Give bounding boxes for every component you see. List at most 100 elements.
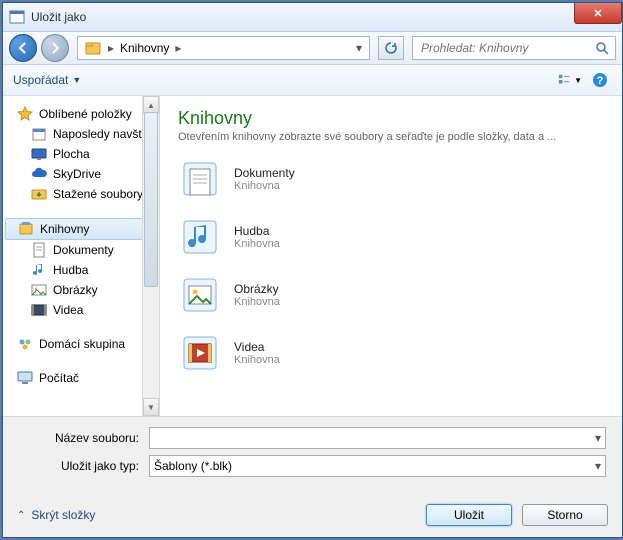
save-button[interactable]: Uložit — [426, 504, 512, 526]
help-button[interactable]: ? — [588, 69, 612, 91]
arrow-right-icon — [49, 42, 61, 54]
forward-button[interactable] — [41, 34, 69, 62]
star-icon — [17, 106, 33, 122]
view-icon — [558, 73, 572, 87]
filetype-value: Šablony (*.blk) — [154, 459, 232, 473]
breadcrumb-sep-icon: ▸ — [173, 41, 183, 55]
close-icon: ✕ — [593, 7, 602, 20]
sidebar-item-label: Domácí skupina — [39, 337, 125, 351]
title-bar[interactable]: Uložit jako ✕ — [3, 3, 622, 32]
filetype-label: Uložit jako typ: — [19, 459, 139, 473]
library-item-pictures[interactable]: ObrázkyKnihovna — [178, 273, 604, 317]
sidebar-item-label: Obrázky — [53, 283, 98, 297]
search-icon — [595, 41, 609, 55]
library-item-videos[interactable]: VideaKnihovna — [178, 331, 604, 375]
sidebar-item-label: Oblíbené položky — [39, 107, 132, 121]
app-icon — [9, 9, 25, 25]
sidebar-homegroup[interactable]: Domácí skupina — [3, 334, 159, 354]
filetype-field[interactable]: Šablony (*.blk) ▾ — [149, 455, 606, 477]
sidebar-item-skydrive[interactable]: SkyDrive — [3, 164, 159, 184]
sidebar-item-videos[interactable]: Videa — [3, 300, 159, 320]
refresh-button[interactable] — [378, 36, 404, 60]
sidebar-scrollbar[interactable]: ▲ ▼ — [142, 96, 159, 416]
toolbar: Uspořádat ▼ ▼ ? — [3, 65, 622, 96]
hide-folders-label: Skrýt složky — [31, 508, 95, 522]
folder-icon — [31, 186, 47, 202]
nav-bar: ▸ Knihovny ▸ ▾ — [3, 32, 622, 65]
address-dropdown-icon[interactable]: ▾ — [351, 41, 367, 55]
footer: ⌃ Skrýt složky Uložit Storno — [3, 493, 622, 537]
sidebar-item-label: Naposledy navští — [53, 127, 145, 141]
chevron-down-icon[interactable]: ▾ — [595, 459, 601, 473]
content-subtitle: Otevřením knihovny zobrazte své soubory … — [178, 131, 604, 143]
content-pane: Knihovny Otevřením knihovny zobrazte své… — [160, 96, 622, 416]
cancel-button[interactable]: Storno — [522, 504, 608, 526]
filename-row: Název souboru: ▾ — [19, 427, 606, 449]
sidebar-group-libraries: Knihovny Dokumenty Hudba Obrázky Videa — [3, 218, 159, 320]
sidebar-item-downloads[interactable]: Stažené soubory — [3, 184, 159, 204]
save-as-dialog: Uložit jako ✕ ▸ Knihovny ▸ ▾ Uspořádat ▼ — [2, 2, 623, 538]
library-type: Knihovna — [234, 180, 295, 192]
breadcrumb-item[interactable]: Knihovny — [116, 41, 173, 55]
chevron-down-icon[interactable]: ▾ — [595, 431, 601, 445]
library-name: Obrázky — [234, 282, 280, 296]
libraries-icon — [18, 221, 34, 237]
sidebar-item-documents[interactable]: Dokumenty — [3, 240, 159, 260]
search-box[interactable] — [412, 36, 616, 60]
main-area: Oblíbené položky Naposledy navští Plocha… — [3, 96, 622, 416]
arrow-left-icon — [17, 42, 29, 54]
sidebar-computer[interactable]: Počítač — [3, 368, 159, 388]
library-item-documents[interactable]: DokumentyKnihovna — [178, 157, 604, 201]
pictures-library-icon — [178, 273, 222, 317]
desktop-icon — [31, 146, 47, 162]
recent-icon — [31, 126, 47, 142]
library-type: Knihovna — [234, 238, 280, 250]
computer-icon — [17, 370, 33, 386]
documents-library-icon — [178, 157, 222, 201]
videos-library-icon — [178, 331, 222, 375]
chevron-up-icon: ⌃ — [17, 510, 25, 521]
sidebar-item-label: Dokumenty — [53, 243, 114, 257]
refresh-icon — [384, 41, 398, 55]
sidebar-item-desktop[interactable]: Plocha — [3, 144, 159, 164]
sidebar-group-favorites: Oblíbené položky Naposledy navští Plocha… — [3, 104, 159, 204]
sidebar: Oblíbené položky Naposledy navští Plocha… — [3, 96, 160, 416]
library-item-music[interactable]: HudbaKnihovna — [178, 215, 604, 259]
scroll-down-icon[interactable]: ▼ — [143, 398, 159, 416]
sidebar-group-homegroup: Domácí skupina — [3, 334, 159, 354]
breadcrumb-sep-icon: ▸ — [106, 41, 116, 55]
address-bar[interactable]: ▸ Knihovny ▸ ▾ — [77, 36, 370, 60]
chevron-down-icon: ▼ — [574, 76, 582, 85]
sidebar-libraries[interactable]: Knihovny — [5, 218, 157, 240]
filename-field[interactable]: ▾ — [149, 427, 606, 449]
video-icon — [31, 302, 47, 318]
hide-folders-button[interactable]: ⌃ Skrýt složky — [17, 508, 95, 522]
sidebar-item-label: Videa — [53, 303, 83, 317]
library-type: Knihovna — [234, 296, 280, 308]
sidebar-item-label: Stažené soubory — [53, 187, 143, 201]
close-button[interactable]: ✕ — [574, 3, 622, 24]
picture-icon — [31, 282, 47, 298]
filename-label: Název souboru: — [19, 431, 139, 445]
help-icon: ? — [592, 72, 608, 88]
window-title: Uložit jako — [31, 10, 86, 24]
music-icon — [31, 262, 47, 278]
sidebar-item-music[interactable]: Hudba — [3, 260, 159, 280]
library-type: Knihovna — [234, 354, 280, 366]
scroll-thumb[interactable] — [144, 112, 158, 287]
music-library-icon — [178, 215, 222, 259]
back-button[interactable] — [9, 34, 37, 62]
sidebar-item-pictures[interactable]: Obrázky — [3, 280, 159, 300]
organize-button[interactable]: Uspořádat ▼ — [13, 73, 81, 87]
organize-label: Uspořádat — [13, 73, 68, 87]
library-name: Hudba — [234, 224, 280, 238]
homegroup-icon — [17, 336, 33, 352]
document-icon — [31, 242, 47, 258]
sidebar-item-recent[interactable]: Naposledy navští — [3, 124, 159, 144]
sidebar-favorites[interactable]: Oblíbené položky — [3, 104, 159, 124]
chevron-down-icon: ▼ — [72, 75, 81, 85]
search-input[interactable] — [419, 40, 595, 56]
view-options-button[interactable]: ▼ — [558, 69, 582, 91]
filetype-row: Uložit jako typ: Šablony (*.blk) ▾ — [19, 455, 606, 477]
sidebar-item-label: Plocha — [53, 147, 90, 161]
